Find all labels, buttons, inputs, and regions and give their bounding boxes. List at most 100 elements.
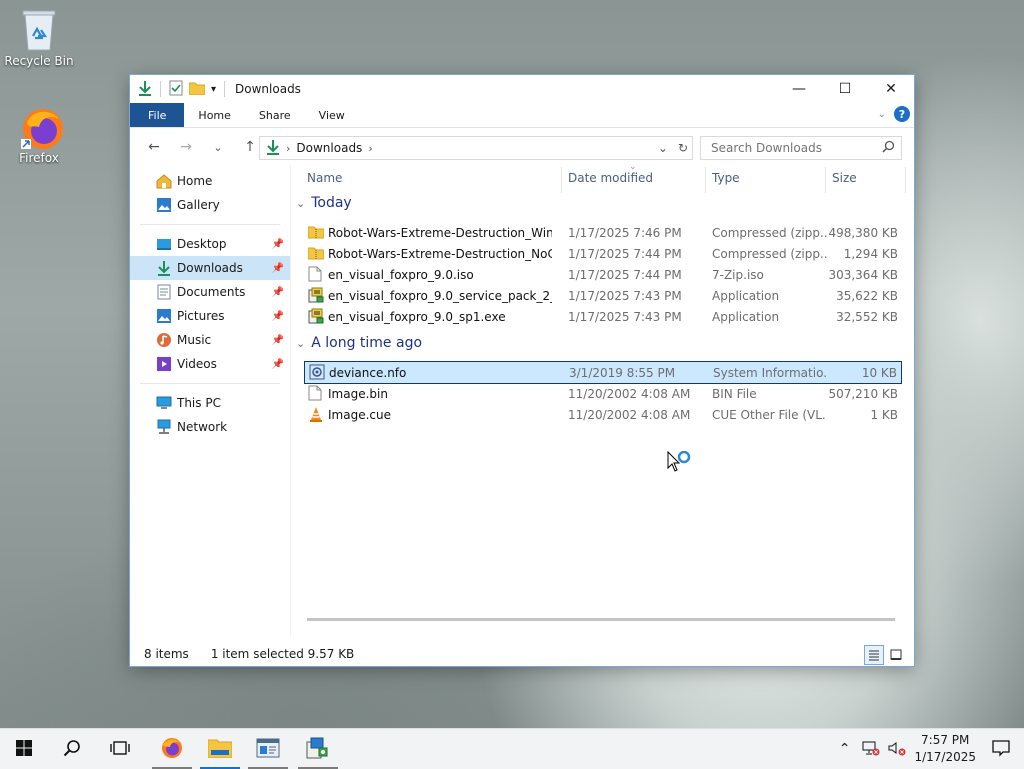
vlc-cone-icon bbox=[308, 406, 324, 422]
file-size: 35,622 KB bbox=[836, 288, 898, 303]
taskbar-installer[interactable] bbox=[294, 729, 342, 769]
nav-item-downloads[interactable]: Downloads 📌 bbox=[130, 256, 290, 280]
taskbar-app-window[interactable] bbox=[244, 729, 292, 769]
column-headers: Name Date modified ⌄ Type Size bbox=[291, 162, 914, 193]
horizontal-scrollbar[interactable] bbox=[307, 618, 895, 621]
tab-share[interactable]: Share bbox=[245, 103, 305, 127]
tab-file[interactable]: File bbox=[130, 103, 185, 127]
file-name: Robot-Wars-Extreme-Destruction_NoCD... bbox=[328, 246, 552, 261]
refresh-icon[interactable]: ↻ bbox=[678, 141, 688, 155]
close-button[interactable]: ✕ bbox=[868, 75, 914, 103]
pin-icon[interactable]: 📌 bbox=[272, 359, 284, 370]
tab-home[interactable]: Home bbox=[184, 103, 244, 127]
download-location-icon bbox=[266, 139, 280, 158]
breadcrumb-downloads[interactable]: Downloads bbox=[296, 141, 362, 155]
recent-locations-button[interactable]: ⌄ bbox=[202, 141, 234, 154]
file-date-modified: 1/17/2025 7:46 PM bbox=[568, 225, 682, 240]
volume-muted-icon[interactable] bbox=[888, 740, 906, 759]
tab-view[interactable]: View bbox=[305, 103, 359, 127]
table-row[interactable]: en_visual_foxpro_9.0.iso 1/17/2025 7:44 P… bbox=[304, 264, 902, 285]
search-input[interactable] bbox=[709, 140, 883, 156]
file-name: en_visual_foxpro_9.0_sp1.exe bbox=[328, 309, 506, 324]
group-header-a-long-time-ago[interactable]: ⌄ A long time ago bbox=[296, 335, 422, 351]
expand-ribbon-icon[interactable]: ⌄ bbox=[878, 109, 886, 120]
search-box[interactable] bbox=[700, 136, 902, 160]
pin-icon[interactable]: 📌 bbox=[272, 335, 284, 346]
table-row[interactable]: Robot-Wars-Extreme-Destruction_NoCD... 1/… bbox=[304, 243, 902, 264]
help-button[interactable]: ? bbox=[894, 106, 910, 122]
task-view-button[interactable] bbox=[96, 729, 144, 769]
column-header-name[interactable]: Name bbox=[307, 171, 342, 185]
address-bar[interactable]: › Downloads › ⌄ ↻ bbox=[259, 136, 693, 160]
title-bar[interactable]: ▾ Downloads — ☐ ✕ bbox=[130, 75, 914, 103]
breadcrumb-chevron-icon[interactable]: › bbox=[368, 142, 372, 155]
nav-item-documents[interactable]: Documents 📌 bbox=[130, 280, 290, 304]
pin-icon[interactable]: 📌 bbox=[272, 311, 284, 322]
table-row[interactable]: Image.cue 11/20/2002 4:08 AM CUE Other Fil… bbox=[304, 404, 902, 425]
nav-item-home[interactable]: Home bbox=[130, 169, 290, 193]
nav-item-desktop[interactable]: Desktop 📌 bbox=[130, 232, 290, 256]
firefox-icon bbox=[160, 736, 184, 763]
file-type: CUE Other File (VL... bbox=[712, 407, 827, 422]
table-row[interactable]: en_visual_foxpro_9.0_service_pack_2_x86.… bbox=[304, 285, 902, 306]
taskbar-file-explorer[interactable] bbox=[196, 729, 244, 769]
nav-item-label: Home bbox=[177, 174, 213, 188]
file-type: Application bbox=[712, 309, 780, 324]
desktop-icon bbox=[156, 236, 172, 252]
column-header-type[interactable]: Type bbox=[712, 171, 740, 185]
collapse-chevron-icon[interactable]: ⌄ bbox=[296, 197, 305, 210]
quick-access-toolbar: ▾ bbox=[130, 80, 227, 99]
nav-item-pictures[interactable]: Pictures 📌 bbox=[130, 304, 290, 328]
table-row[interactable]: deviance.nfo 3/1/2019 8:55 PM System Infor… bbox=[304, 361, 902, 384]
file-size: 498,380 KB bbox=[828, 225, 898, 240]
table-row[interactable]: en_visual_foxpro_9.0_sp1.exe 1/17/2025 7:… bbox=[304, 306, 902, 327]
new-folder-icon[interactable] bbox=[188, 81, 206, 98]
pin-icon[interactable]: 📌 bbox=[272, 239, 284, 250]
back-button[interactable]: ← bbox=[138, 139, 170, 155]
table-row[interactable]: Image.bin 11/20/2002 4:08 AM BIN File 507,2… bbox=[304, 383, 902, 404]
file-name: en_visual_foxpro_9.0_service_pack_2_x86.… bbox=[328, 288, 552, 303]
nav-item-this-pc[interactable]: This PC bbox=[130, 391, 290, 415]
notification-center-icon[interactable] bbox=[992, 739, 1010, 760]
customize-toolbar-icon[interactable]: ▾ bbox=[211, 84, 216, 95]
desktop-icon-firefox[interactable]: Firefox bbox=[1, 105, 77, 165]
desktop-icon-recycle-bin[interactable]: Recycle Bin bbox=[1, 8, 77, 68]
taskbar-search-button[interactable] bbox=[48, 729, 96, 769]
details-view-button[interactable] bbox=[864, 645, 884, 665]
large-icons-view-button[interactable] bbox=[886, 645, 906, 665]
address-dropdown-icon[interactable]: ⌄ bbox=[658, 141, 668, 155]
maximize-button[interactable]: ☐ bbox=[822, 75, 868, 103]
zip-folder-icon bbox=[307, 224, 325, 240]
file-size: 32,552 KB bbox=[836, 309, 898, 324]
show-hidden-icons-icon[interactable]: ⌃ bbox=[839, 741, 851, 757]
taskbar-firefox[interactable] bbox=[148, 729, 196, 769]
column-header-size[interactable]: Size bbox=[832, 171, 857, 185]
nav-item-label: This PC bbox=[177, 396, 221, 410]
minimize-button[interactable]: — bbox=[776, 75, 822, 103]
start-button[interactable] bbox=[0, 729, 48, 769]
music-icon bbox=[156, 332, 172, 348]
file-name: Robot-Wars-Extreme-Destruction_Win_E... bbox=[328, 225, 552, 240]
collapse-chevron-icon[interactable]: ⌄ bbox=[296, 337, 305, 350]
documents-icon bbox=[156, 284, 172, 300]
pin-icon[interactable]: 📌 bbox=[272, 287, 284, 298]
file-name: deviance.nfo bbox=[329, 365, 407, 380]
file-size: 10 KB bbox=[861, 365, 897, 380]
nav-item-network[interactable]: Network bbox=[130, 415, 290, 439]
properties-icon[interactable] bbox=[169, 80, 183, 99]
group-header-today[interactable]: ⌄ Today bbox=[296, 195, 352, 211]
nav-item-videos[interactable]: Videos 📌 bbox=[130, 352, 290, 376]
clock-date: 1/17/2025 bbox=[914, 750, 976, 764]
file-explorer-window: ▾ Downloads — ☐ ✕ File Home Share View ⌄… bbox=[130, 75, 914, 666]
pin-icon[interactable]: 📌 bbox=[272, 263, 284, 274]
nav-item-gallery[interactable]: Gallery bbox=[130, 193, 290, 217]
column-header-date[interactable]: Date modified bbox=[568, 171, 653, 185]
network-status-icon[interactable] bbox=[862, 740, 880, 759]
file-icon bbox=[308, 266, 324, 282]
forward-button[interactable]: → bbox=[170, 139, 202, 155]
table-row[interactable]: Robot-Wars-Extreme-Destruction_Win_E... 1… bbox=[304, 222, 902, 243]
navigation-pane: Home Gallery Desktop 📌 Downloads 📌 Docum… bbox=[130, 165, 291, 636]
nav-item-music[interactable]: Music 📌 bbox=[130, 328, 290, 352]
taskbar-clock[interactable]: 7:57 PM 1/17/2025 bbox=[914, 732, 976, 766]
file-date-modified: 11/20/2002 4:08 AM bbox=[568, 386, 691, 401]
